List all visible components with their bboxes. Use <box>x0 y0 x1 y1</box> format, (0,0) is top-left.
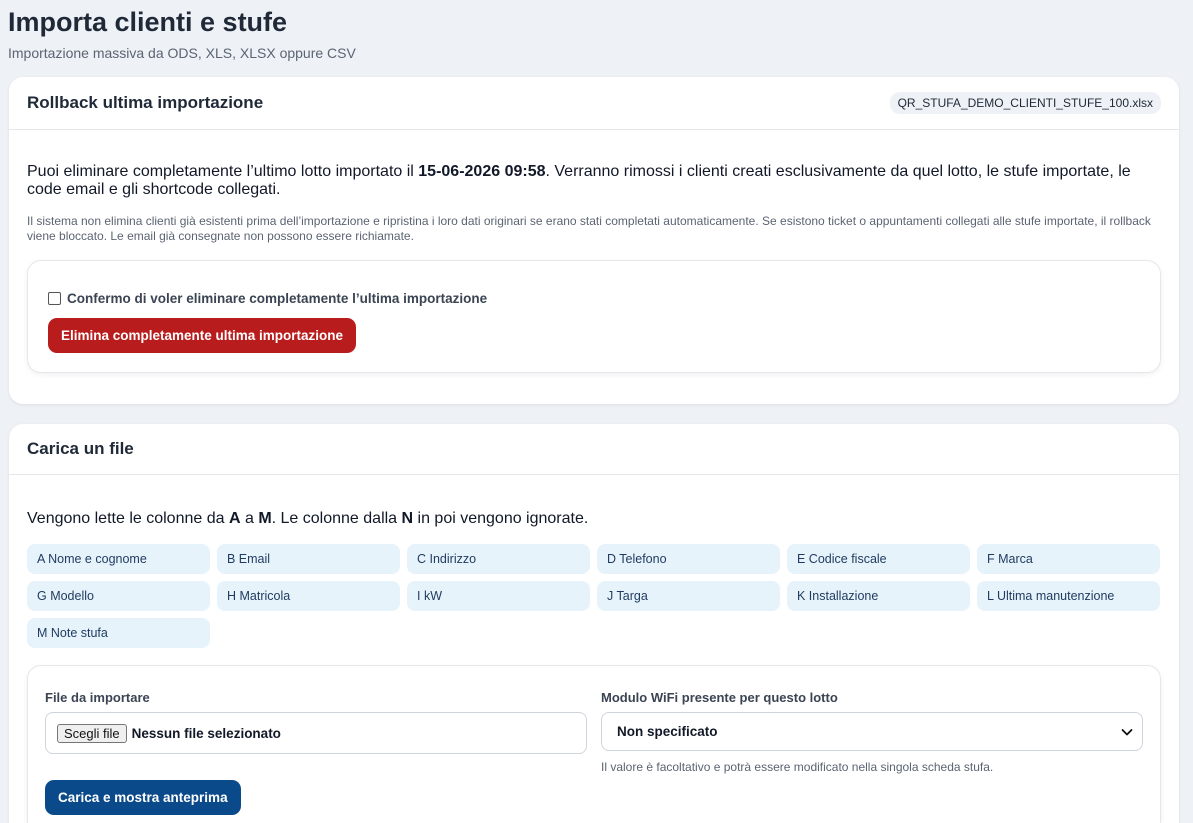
upload-form-box: File da importare Scegli file Nessun fil… <box>27 665 1161 823</box>
upload-card: Carica un file Vengono lette le colonne … <box>9 424 1179 823</box>
column-chip: C Indirizzo <box>407 544 590 574</box>
columns-desc-part: . Le colonne dalla <box>271 510 402 527</box>
rollback-card: Rollback ultima importazione QR_STUFA_DE… <box>9 77 1179 404</box>
column-chip: G Modello <box>27 581 210 611</box>
columns-desc-part: in poi vengono ignorate. <box>413 510 589 527</box>
wifi-field: Modulo WiFi presente per questo lotto No… <box>601 690 1143 774</box>
confirm-delete-label[interactable]: Confermo di voler eliminare completament… <box>67 291 487 306</box>
wifi-label: Modulo WiFi presente per questo lotto <box>601 690 838 705</box>
last-import-date: 15-06-2026 09:58 <box>418 163 546 180</box>
column-chip: A Nome e cognome <box>27 544 210 574</box>
column-chip: H Matricola <box>217 581 400 611</box>
column-chip: E Codice fiscale <box>787 544 970 574</box>
file-input[interactable]: Scegli file Nessun file selezionato <box>45 712 587 754</box>
column-chip: B Email <box>217 544 400 574</box>
column-chip: J Targa <box>597 581 780 611</box>
columns-desc-part: a <box>240 510 259 527</box>
rollback-confirm-box: Confermo di voler eliminare completament… <box>27 260 1161 373</box>
columns-desc-ignored: N <box>401 510 414 527</box>
columns-list: A Nome e cognome B Email C Indirizzo D T… <box>27 544 1161 648</box>
upload-title: Carica un file <box>27 439 134 458</box>
file-field: File da importare Scegli file Nessun fil… <box>45 690 587 754</box>
column-chip: F Marca <box>977 544 1160 574</box>
upload-preview-button[interactable]: Carica e mostra anteprima <box>45 780 241 815</box>
wifi-select-value: Non specificato <box>617 724 718 739</box>
chevron-down-icon <box>1121 728 1133 735</box>
wifi-select[interactable]: Non specificato <box>601 712 1143 751</box>
column-chip: M Note stufa <box>27 618 210 648</box>
columns-desc-part: Vengono lette le colonne da <box>27 510 229 527</box>
rollback-description: Puoi eliminare completamente l’ultimo lo… <box>27 163 1161 199</box>
rollback-note: Il sistema non elimina clienti già esist… <box>27 214 1151 243</box>
rollback-title: Rollback ultima importazione <box>27 93 264 112</box>
columns-desc-start: A <box>228 510 241 527</box>
confirm-delete-row[interactable]: Confermo di voler eliminare completament… <box>48 291 1142 306</box>
file-label: File da importare <box>45 690 150 705</box>
columns-description: Vengono lette le colonne da A a M. Le co… <box>27 510 1161 528</box>
last-import-file-badge: QR_STUFA_DEMO_CLIENTI_STUFE_100.xlsx <box>889 92 1161 114</box>
page-title: Importa clienti e stufe <box>8 7 288 37</box>
rollback-card-header: Rollback ultima importazione QR_STUFA_DE… <box>9 77 1179 130</box>
column-chip: L Ultima manutenzione <box>977 581 1160 611</box>
column-chip: I kW <box>407 581 590 611</box>
delete-last-import-button[interactable]: Elimina completamente ultima importazion… <box>48 318 357 353</box>
wifi-hint: Il valore è facoltativo e potrà essere m… <box>601 760 994 774</box>
page-header: Importa clienti e stufe Importazione mas… <box>8 6 356 61</box>
column-chip: K Installazione <box>787 581 970 611</box>
file-status: Nessun file selezionato <box>131 725 281 741</box>
choose-file-button[interactable]: Scegli file <box>57 723 127 743</box>
page-subtitle: Importazione massiva da ODS, XLS, XLSX o… <box>8 45 356 61</box>
rollback-desc-text: Puoi eliminare completamente l’ultimo lo… <box>27 163 419 180</box>
upload-card-header: Carica un file <box>9 424 1179 475</box>
columns-desc-end: M <box>258 510 272 527</box>
confirm-delete-checkbox[interactable] <box>48 292 61 305</box>
column-chip: D Telefono <box>597 544 780 574</box>
